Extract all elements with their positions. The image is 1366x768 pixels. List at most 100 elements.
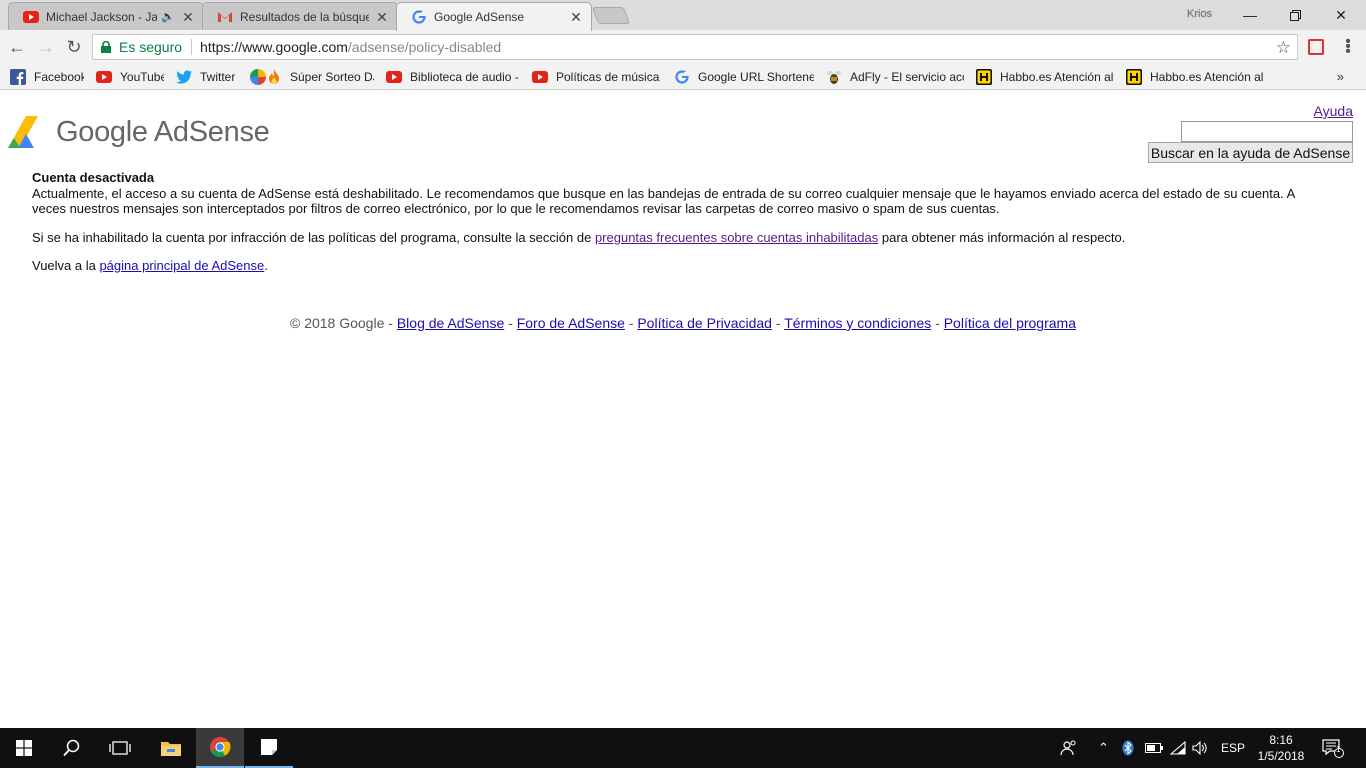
back-icon[interactable]: ← xyxy=(6,36,28,58)
bookmark-item[interactable]: Google URL Shortene xyxy=(674,69,814,85)
action-center-icon[interactable]: 1 xyxy=(1322,728,1344,768)
main-content: Cuenta desactivada Actualmente, el acces… xyxy=(32,170,1332,287)
footer-link-terms[interactable]: Términos y condiciones xyxy=(784,315,931,331)
bookmark-label: Habbo.es Atención al xyxy=(1150,69,1264,84)
footer: © 2018 Google - Blog de AdSense - Foro d… xyxy=(0,315,1366,331)
profile-name[interactable]: Krios xyxy=(1187,8,1212,20)
twitter-icon xyxy=(176,69,192,85)
file-explorer-icon[interactable] xyxy=(147,728,195,768)
youtube-icon xyxy=(532,69,548,85)
page-title: Cuenta desactivada xyxy=(32,170,155,185)
text: para obtener más información al respecto… xyxy=(878,229,1126,245)
extension-icon[interactable] xyxy=(1308,39,1324,55)
close-tab-icon[interactable]: ✕ xyxy=(375,10,389,24)
secure-indicator[interactable]: Es seguro xyxy=(93,39,182,55)
youtube-icon xyxy=(23,9,39,25)
browser-toolbar: ← → ↻ Es seguro https://www.google.com/a… xyxy=(0,30,1366,64)
footer-link-privacy[interactable]: Política de Privacidad xyxy=(637,315,772,331)
bookmark-item[interactable]: Habbo.es Atención al xyxy=(1126,68,1266,85)
bookmark-item[interactable]: Habbo.es Atención al xyxy=(976,68,1114,85)
youtube-icon xyxy=(386,69,402,85)
bookmark-label: AdFly - El servicio acc xyxy=(850,69,964,84)
bookmarks-overflow-button[interactable]: » xyxy=(1337,69,1344,84)
bookmark-item[interactable]: Twitter xyxy=(176,69,238,85)
bookmark-item[interactable]: AdFly - El servicio acc xyxy=(826,69,964,85)
bookmarks-bar: Facebook YouTube Twitter Súper Sorteo DJ M B… xyxy=(0,64,1366,90)
copyright: © 2018 Google xyxy=(289,315,385,331)
adsense-logo[interactable]: Google AdSense xyxy=(8,114,270,150)
windows-start-icon[interactable] xyxy=(0,728,48,768)
search-icon[interactable] xyxy=(48,728,96,768)
tab-resultados-busqueda[interactable]: Resultados de la búsqueda ✕ xyxy=(202,2,398,30)
text: Vuelva a la xyxy=(32,258,100,273)
youtube-icon xyxy=(96,69,112,85)
habbo-icon xyxy=(976,68,992,85)
gmail-icon xyxy=(217,9,233,25)
address-bar[interactable]: Es seguro https://www.google.com/adsense… xyxy=(92,34,1298,60)
fire-icon xyxy=(266,68,282,85)
close-tab-icon[interactable]: ✕ xyxy=(181,10,195,24)
bookmark-label: Políticas de música - xyxy=(556,69,662,84)
close-window-icon[interactable]: ✕ xyxy=(1318,0,1364,30)
text: Si se ha inhabilitado la cuenta por infr… xyxy=(32,229,595,245)
help-search-input[interactable] xyxy=(1181,121,1353,142)
adsense-home-link[interactable]: página principal de AdSense xyxy=(99,258,264,273)
google-icon xyxy=(411,9,427,25)
logo-text: Google AdSense xyxy=(56,115,270,148)
wifi-icon[interactable] xyxy=(1170,728,1186,768)
new-tab-button[interactable] xyxy=(591,7,631,24)
text: . xyxy=(264,258,268,273)
chrome-taskbar-icon[interactable] xyxy=(196,728,244,768)
task-view-icon[interactable] xyxy=(96,728,144,768)
bookmark-item[interactable]: Biblioteca de audio - xyxy=(386,69,520,85)
help-search-button[interactable]: Buscar en la ayuda de AdSense xyxy=(1148,142,1353,163)
clock-time: 8:16 xyxy=(1269,733,1293,747)
bookmark-item[interactable]: YouTube xyxy=(96,69,164,85)
close-tab-icon[interactable]: ✕ xyxy=(569,10,583,24)
habbo-icon xyxy=(1126,68,1142,85)
bookmark-item[interactable]: Súper Sorteo DJ M xyxy=(266,68,374,85)
paragraph-policy: Si se ha inhabilitado la cuenta por infr… xyxy=(32,230,1332,246)
help-link[interactable]: Ayuda xyxy=(1314,103,1353,119)
reload-icon[interactable]: ↻ xyxy=(63,36,85,58)
sticky-notes-icon[interactable] xyxy=(245,728,293,768)
lock-icon xyxy=(101,41,111,53)
tab-strip: Michael Jackson - Jam 🔈 ✕ Resultados de … xyxy=(0,0,1366,31)
volume-icon[interactable] xyxy=(1192,728,1208,768)
notification-count: 1 xyxy=(1336,745,1341,754)
bluetooth-icon[interactable] xyxy=(1122,728,1134,768)
bookmark-label: Habbo.es Atención al xyxy=(1000,69,1114,84)
footer-link-forum[interactable]: Foro de AdSense xyxy=(517,315,625,331)
bookmark-item[interactable]: Políticas de música - xyxy=(532,69,662,85)
bookmark-item[interactable]: Facebook xyxy=(10,68,84,85)
restore-icon[interactable] xyxy=(1272,0,1318,30)
bookmark-label: Súper Sorteo DJ M xyxy=(290,69,374,84)
forward-icon[interactable]: → xyxy=(35,36,57,58)
facebook-icon xyxy=(10,68,26,85)
paragraph-status: Actualmente, el acceso a su cuenta de Ad… xyxy=(32,185,1295,217)
bookmark-label: Facebook xyxy=(34,69,84,84)
footer-sep: - xyxy=(771,315,785,331)
language-indicator[interactable]: ESP xyxy=(1221,728,1245,768)
bookmark-label: YouTube xyxy=(120,69,164,84)
bookmark-star-icon[interactable]: ☆ xyxy=(1276,38,1291,58)
tab-michael-jackson[interactable]: Michael Jackson - Jam 🔈 ✕ xyxy=(8,2,204,30)
divider xyxy=(191,39,193,55)
bookmark-item[interactable] xyxy=(250,68,266,85)
battery-icon[interactable] xyxy=(1145,728,1163,768)
faq-link[interactable]: preguntas frecuentes sobre cuentas inhab… xyxy=(595,230,878,245)
footer-link-program-policy[interactable]: Política del programa xyxy=(944,315,1076,331)
footer-link-blog[interactable]: Blog de AdSense xyxy=(397,315,504,331)
menu-icon[interactable]: • • • xyxy=(1342,34,1354,60)
speaker-icon[interactable]: 🔈 xyxy=(161,10,175,23)
clock[interactable]: 8:16 1/5/2018 xyxy=(1252,732,1310,764)
minimize-icon[interactable]: — xyxy=(1227,0,1273,30)
people-icon[interactable] xyxy=(1060,728,1078,768)
footer-sep: - xyxy=(504,315,517,331)
secure-label: Es seguro xyxy=(119,39,183,55)
chevron-up-icon[interactable]: ⌃ xyxy=(1098,728,1109,768)
tab-google-adsense[interactable]: Google AdSense ✕ xyxy=(396,2,592,31)
adfly-icon xyxy=(826,69,842,85)
google-icon xyxy=(674,69,690,85)
footer-sep: - xyxy=(624,315,638,331)
